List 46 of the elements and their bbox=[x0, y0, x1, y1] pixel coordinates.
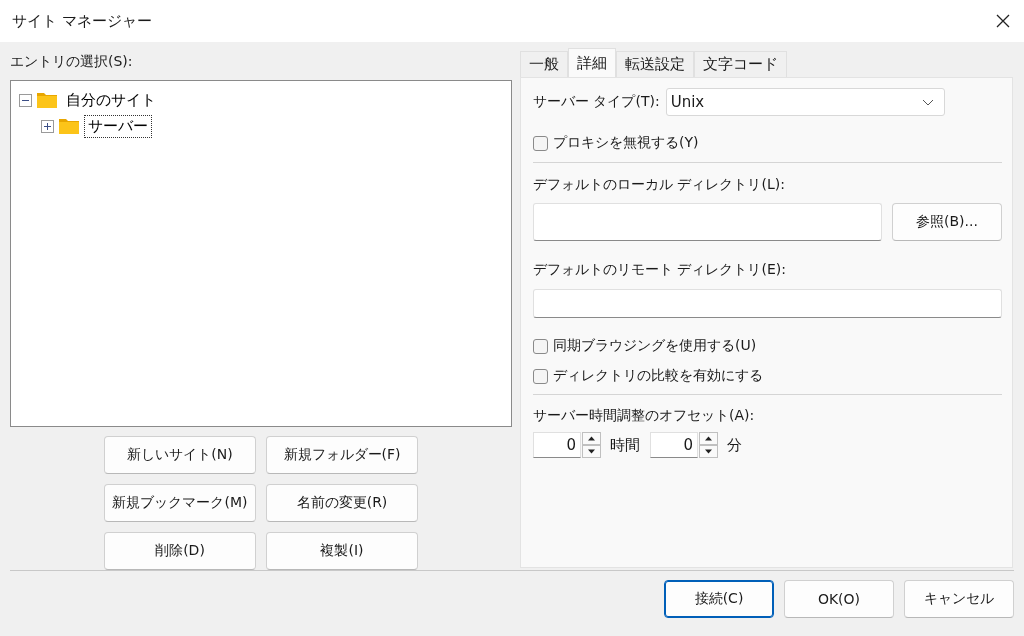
checkbox[interactable] bbox=[533, 368, 548, 384]
dialog-button[interactable]: 接続(C) bbox=[664, 580, 774, 618]
spin-down-icon[interactable] bbox=[699, 445, 718, 458]
tree-item[interactable]: 自分のサイト bbox=[62, 88, 160, 112]
site-button[interactable]: 名前の変更(R) bbox=[266, 484, 418, 522]
folder-icon bbox=[36, 91, 58, 109]
checkbox[interactable] bbox=[533, 338, 548, 354]
site-button[interactable]: 削除(D) bbox=[104, 532, 256, 570]
unit-label: 分 bbox=[727, 435, 742, 455]
entries-label: エントリの選択(S): bbox=[10, 52, 134, 71]
close-icon[interactable] bbox=[996, 14, 1010, 28]
tree-item[interactable]: サーバー bbox=[84, 114, 152, 138]
tab[interactable]: 転送設定 bbox=[616, 51, 694, 77]
collapse-icon[interactable] bbox=[19, 93, 32, 107]
tab[interactable]: 一般 bbox=[520, 51, 568, 77]
checkbox-label: ディレクトリの比較を有効にする bbox=[553, 367, 763, 385]
window-title: サイト マネージャー bbox=[12, 11, 152, 31]
unit-label: 時間 bbox=[610, 435, 640, 455]
site-button[interactable]: 複製(I) bbox=[266, 532, 418, 570]
checkbox[interactable] bbox=[533, 135, 548, 151]
spin-up-icon[interactable] bbox=[699, 432, 718, 445]
spin-up-icon[interactable] bbox=[582, 432, 601, 445]
dialog-button[interactable]: キャンセル bbox=[904, 580, 1014, 618]
spin-down-icon[interactable] bbox=[582, 445, 601, 458]
expand-icon[interactable] bbox=[41, 119, 54, 133]
number-field[interactable]: 0 bbox=[533, 432, 581, 458]
chevron-down-icon bbox=[921, 98, 934, 106]
dialog-button[interactable]: OK(O) bbox=[784, 580, 894, 618]
checkbox-label: 同期ブラウジングを使用する(U) bbox=[553, 337, 757, 355]
field-label: サーバー時間調整のオフセット(A): bbox=[533, 406, 756, 425]
field-label: サーバー タイプ(T): bbox=[533, 93, 660, 111]
number-field[interactable]: 0 bbox=[650, 432, 698, 458]
site-button[interactable]: 新しいサイト(N) bbox=[104, 436, 256, 474]
tab[interactable]: 詳細 bbox=[568, 48, 616, 77]
dropdown-value: Unix bbox=[670, 93, 705, 111]
server-type-dropdown[interactable]: Unix bbox=[665, 88, 945, 116]
tab[interactable]: 文字コード bbox=[694, 51, 787, 77]
field-label: デフォルトのリモート ディレクトリ(E): bbox=[533, 260, 787, 279]
input-field[interactable] bbox=[533, 203, 882, 241]
folder-icon bbox=[58, 117, 80, 135]
browse-button[interactable]: 参照(B)... bbox=[892, 203, 1002, 241]
field-label: デフォルトのローカル ディレクトリ(L): bbox=[533, 175, 786, 194]
checkbox-label: プロキシを無視する(Y) bbox=[553, 134, 699, 152]
input-field[interactable] bbox=[533, 289, 1002, 318]
site-button[interactable]: 新規フォルダー(F) bbox=[266, 436, 418, 474]
site-button[interactable]: 新規ブックマーク(M) bbox=[104, 484, 256, 522]
